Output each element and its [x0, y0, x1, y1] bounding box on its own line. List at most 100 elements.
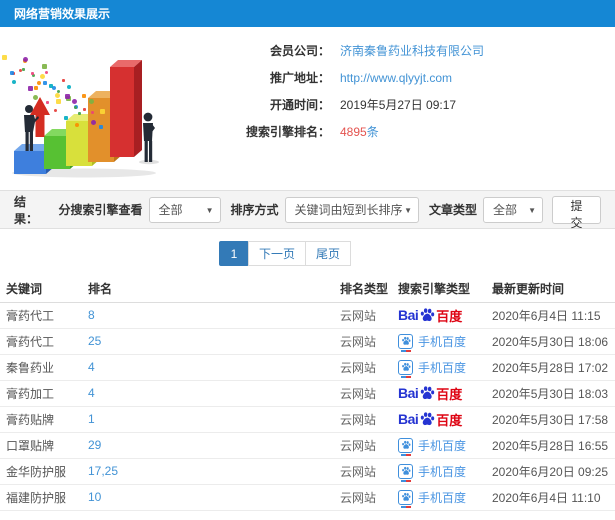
mobile-baidu-text: 手机百度	[418, 438, 467, 453]
baidu-du-text: 百度	[436, 386, 463, 402]
mobile-baidu-paw-icon	[398, 359, 413, 378]
sort-filter-label: 排序方式	[230, 203, 279, 217]
keyword-cell: 福建防护服	[0, 484, 82, 511]
chevron-down-icon: ▼	[528, 205, 536, 215]
engine-rank-unit: 条	[366, 125, 379, 139]
filter-bar: 结果： 分搜索引擎查看 全部 ▼ 排序方式 关键词由短到长排序 ▼ 文章类型 全…	[0, 190, 615, 230]
mobile-baidu-text: 手机百度	[418, 334, 467, 349]
baidu-mobile-logo: 手机百度	[398, 489, 466, 508]
last-page-button[interactable]: 尾页	[305, 241, 352, 266]
engine-filter-selected: 全部	[158, 203, 183, 217]
mobile-baidu-text: 手机百度	[418, 464, 467, 479]
rank-link[interactable]: 8	[88, 308, 95, 322]
member-company-link[interactable]: 济南秦鲁药业科技有限公司	[340, 42, 484, 59]
table-row: 膏药代工 8 云网站 Bai 百度 2020年6月4日 11:15	[0, 302, 615, 329]
open-time-label: 开通时间：	[269, 98, 330, 112]
engine-rank-field: 搜索引擎排名： 4895条	[172, 118, 484, 145]
keyword-cell: 膏药代工	[0, 328, 82, 355]
submit-button[interactable]: 提交	[552, 195, 601, 230]
keyword-cell: 膏药贴牌	[0, 406, 82, 433]
baidu-mobile-logo: 手机百度	[398, 437, 467, 456]
rank-type-cell: 云网站	[334, 458, 392, 485]
engine-rank-value: 4895条	[340, 123, 379, 140]
baidu-paw-icon	[421, 412, 435, 426]
member-company-field: 会员公司： 济南秦鲁药业科技有限公司	[172, 37, 484, 64]
keyword-cell: 金华防护服	[0, 458, 82, 485]
sort-filter-selected: 关键词由短到长排序	[294, 203, 403, 217]
engine-cell: Bai 百度	[392, 484, 486, 511]
baidu-bai-text: Bai	[398, 411, 419, 427]
baidu-du-text: 百度	[436, 308, 463, 324]
baidu-mobile-logo: 手机百度	[398, 333, 467, 352]
baidu-paw-icon	[421, 386, 435, 400]
col-updated: 最新更新时间	[486, 276, 615, 303]
updated-cell: 2020年6月4日 11:15	[486, 302, 615, 329]
article-type-filter-label: 文章类型	[428, 203, 477, 217]
rank-link[interactable]: 4	[88, 360, 95, 374]
rank-link[interactable]: 1	[88, 412, 95, 426]
promo-url-link[interactable]: http://www.qlyyjt.com	[340, 71, 452, 85]
engine-cell: Bai 百度	[392, 380, 486, 407]
chevron-down-icon: ▼	[404, 205, 412, 215]
baidu-bai-text: Bai	[398, 385, 419, 401]
mobile-baidu-paw-icon	[398, 463, 413, 482]
rank-type-cell: 云网站	[334, 380, 392, 407]
results-table: 关键词 排名 排名类型 搜索引擎类型 最新更新时间 膏药代工 8 云网站 Bai	[0, 276, 615, 511]
mobile-baidu-text: 手机百度	[418, 360, 467, 375]
mobile-baidu-paw-icon	[398, 333, 413, 352]
pagination: 1 下一页 尾页	[219, 241, 352, 266]
col-rank: 排名	[82, 276, 334, 303]
col-engine-type: 搜索引擎类型	[392, 276, 486, 303]
rank-link[interactable]: 4	[88, 386, 95, 400]
table-row: 膏药代工 25 云网站 Bai 百度	[0, 328, 615, 355]
mobile-baidu-paw-icon	[398, 489, 413, 508]
rank-link[interactable]: 17,25	[88, 464, 118, 478]
rank-link[interactable]: 10	[88, 490, 101, 504]
table-row: 膏药加工 4 云网站 Bai 百度 2020年5月30日 18:03	[0, 380, 615, 407]
open-time-value: 2019年5月27日 09:17	[340, 98, 457, 112]
baidu-paw-icon	[421, 308, 435, 322]
baidu-du-text: 百度	[436, 412, 463, 428]
article-type-filter-selected: 全部	[493, 203, 518, 217]
bar-chart-art	[12, 60, 159, 178]
rank-type-cell: 云网站	[334, 406, 392, 433]
rank-type-cell: 云网站	[334, 484, 392, 511]
keyword-cell: 膏药代工	[0, 302, 82, 329]
table-row: 膏药贴牌 1 云网站 Bai 百度 2020年5月30日 17:58	[0, 406, 615, 433]
engine-filter-select[interactable]: 全部 ▼	[148, 196, 221, 223]
chevron-down-icon: ▼	[205, 205, 214, 215]
keyword-cell: 秦鲁药业	[0, 354, 82, 381]
growth-chart-illustration	[1, 29, 172, 181]
promo-url-field: 推广地址： http://www.qlyyjt.com	[172, 64, 484, 91]
rank-link[interactable]: 25	[88, 334, 101, 348]
next-page-button[interactable]: 下一页	[248, 241, 307, 266]
sort-filter-select[interactable]: 关键词由短到长排序 ▼	[284, 196, 419, 223]
engine-cell: Bai 百度	[392, 406, 486, 433]
results-table-body: 膏药代工 8 云网站 Bai 百度 2020年6月4日 11:15 膏药代工 2…	[0, 302, 615, 511]
results-section-label: 结果：	[14, 194, 39, 226]
mobile-baidu-underline	[401, 349, 411, 352]
mobile-baidu-underline	[401, 505, 411, 508]
table-row: 秦鲁药业 4 云网站 Bai 百度	[0, 354, 615, 381]
article-type-filter-select[interactable]: 全部 ▼	[483, 196, 543, 223]
keyword-cell: 口罩贴牌	[0, 432, 82, 459]
engine-cell: Bai 百度	[392, 302, 486, 329]
mobile-baidu-underline	[401, 479, 411, 482]
rank-type-cell: 云网站	[334, 432, 392, 459]
baidu-bai-text: Bai	[398, 307, 419, 323]
col-keyword: 关键词	[0, 276, 82, 303]
updated-cell: 2020年5月30日 17:58	[486, 406, 615, 433]
engine-filter-label: 分搜索引擎查看	[58, 203, 143, 217]
title-bar: 网络营销效果展示	[0, 0, 615, 27]
engine-rank-label: 搜索引擎排名：	[245, 125, 330, 139]
info-fields: 会员公司： 济南秦鲁药业科技有限公司 推广地址： http://www.qlyy…	[172, 37, 484, 145]
rank-link[interactable]: 29	[88, 438, 101, 452]
rank-type-cell: 云网站	[334, 354, 392, 381]
promo-url-label: 推广地址：	[269, 71, 330, 85]
mobile-baidu-paw-icon	[398, 437, 413, 456]
engine-cell: Bai 百度	[392, 354, 486, 381]
page-1-button[interactable]: 1	[219, 241, 249, 266]
updated-cell: 2020年5月30日 18:06	[486, 328, 615, 355]
baidu-mobile-logo: 手机百度	[398, 463, 467, 482]
baidu-mobile-logo: 手机百度	[398, 359, 467, 378]
